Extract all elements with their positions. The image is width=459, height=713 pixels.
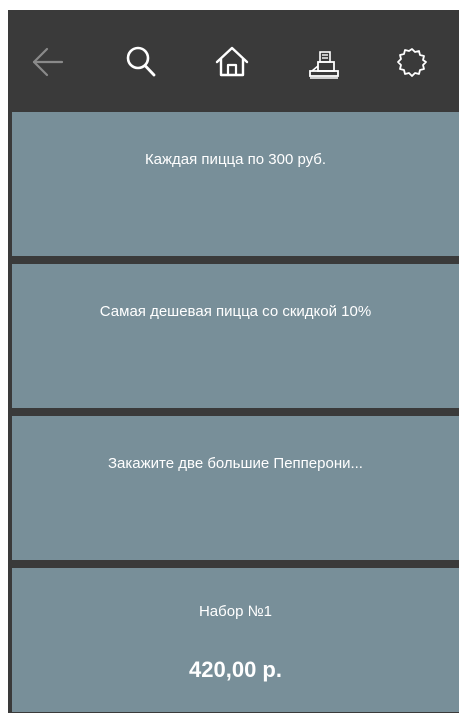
settings-gear-icon: [397, 48, 427, 77]
delivery-button[interactable]: [302, 40, 346, 84]
search-button[interactable]: [119, 40, 163, 84]
promotion-card[interactable]: Закажите две большие Пепперони...: [12, 416, 459, 560]
promotion-card[interactable]: Каждая пицца по 300 руб.: [12, 112, 459, 256]
home-button[interactable]: [210, 40, 254, 84]
top-toolbar: [8, 10, 459, 112]
arrow-left-icon: [32, 47, 64, 77]
combo-set-title: Набор №1: [198, 603, 273, 620]
combo-set-price: 420,00 р.: [189, 657, 282, 682]
promotion-card[interactable]: Самая дешевая пицца со скидкой 10%: [12, 264, 459, 408]
search-icon: [126, 46, 156, 77]
home-icon: [215, 46, 249, 77]
settings-button[interactable]: [390, 40, 434, 84]
promotion-title: Каждая пицца по 300 руб.: [144, 151, 327, 168]
promotion-title: Закажите две большие Пепперони...: [108, 455, 363, 472]
promotion-title: Самая дешевая пицца со скидкой 10%: [99, 303, 372, 320]
back-button[interactable]: [26, 40, 70, 84]
app-window: Каждая пицца по 300 руб. Самая дешевая п…: [8, 10, 459, 713]
delivery-icon: [309, 51, 339, 79]
combo-set-card[interactable]: Набор №1 420,00 р.: [12, 568, 459, 712]
